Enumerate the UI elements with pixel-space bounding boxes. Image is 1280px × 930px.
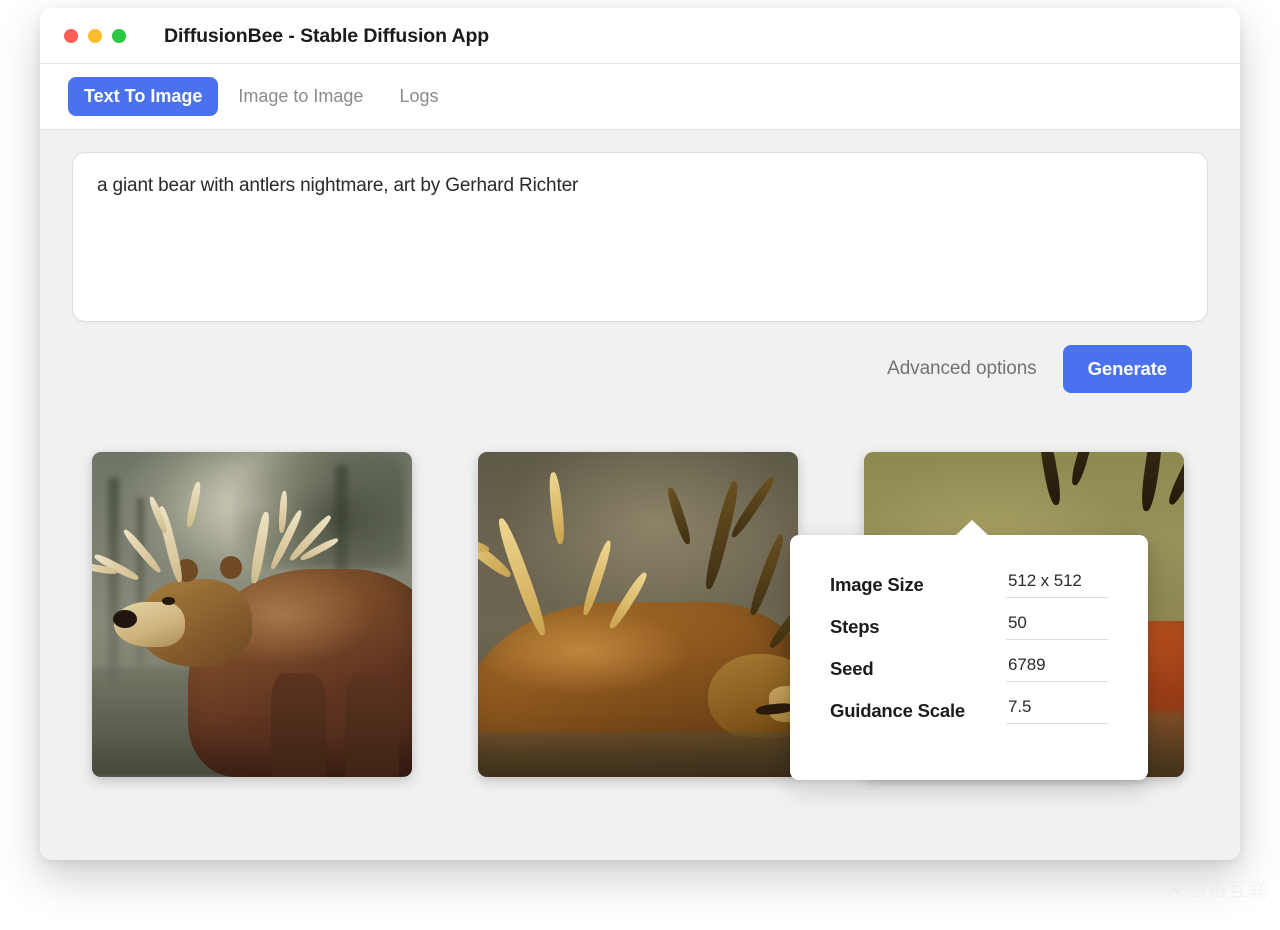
popover-arrow xyxy=(955,520,989,536)
image-size-input[interactable]: 512 x 512 xyxy=(1006,569,1108,598)
title-bar: DiffusionBee - Stable Diffusion App xyxy=(40,8,1240,64)
actions-row: Advanced options Generate xyxy=(887,345,1192,393)
option-label: Steps xyxy=(830,611,1006,638)
generated-image-1[interactable] xyxy=(92,452,412,777)
option-value: 512 x 512 xyxy=(1008,571,1082,590)
option-row-image-size: Image Size 512 x 512 xyxy=(830,569,1108,598)
advanced-options-popover: Image Size 512 x 512 Steps 50 Seed 6789 … xyxy=(790,535,1148,780)
generated-image-2[interactable] xyxy=(478,452,798,777)
option-label: Guidance Scale xyxy=(830,695,1006,722)
window-controls xyxy=(64,29,126,43)
close-button[interactable] xyxy=(64,29,78,43)
watermark-text: 自由互联 xyxy=(1188,881,1268,900)
app-window: DiffusionBee - Stable Diffusion App Text… xyxy=(40,8,1240,860)
artwork-bear-antlers-misty xyxy=(92,452,412,777)
tab-logs[interactable]: Logs xyxy=(383,77,454,116)
watermark-logo-icon: ✕ xyxy=(1165,880,1182,900)
maximize-button[interactable] xyxy=(112,29,126,43)
option-label: Seed xyxy=(830,653,1006,680)
option-row-seed: Seed 6789 xyxy=(830,653,1108,682)
seed-input[interactable]: 6789 xyxy=(1006,653,1108,682)
option-row-steps: Steps 50 xyxy=(830,611,1108,640)
steps-input[interactable]: 50 xyxy=(1006,611,1108,640)
main-content: a giant bear with antlers nightmare, art… xyxy=(40,130,1240,860)
prompt-input[interactable]: a giant bear with antlers nightmare, art… xyxy=(72,152,1208,322)
option-label: Image Size xyxy=(830,569,1006,596)
generate-button[interactable]: Generate xyxy=(1063,345,1192,393)
advanced-options-toggle[interactable]: Advanced options xyxy=(887,358,1036,380)
watermark: ✕ 自由互联 xyxy=(1165,880,1268,900)
option-value: 7.5 xyxy=(1008,697,1031,716)
minimize-button[interactable] xyxy=(88,29,102,43)
window-title: DiffusionBee - Stable Diffusion App xyxy=(164,8,489,64)
guidance-scale-input[interactable]: 7.5 xyxy=(1006,695,1108,724)
option-value: 50 xyxy=(1008,613,1027,632)
tab-text-to-image[interactable]: Text To Image xyxy=(68,77,218,116)
artwork-golden-bear-antlers xyxy=(478,452,798,777)
tab-bar: Text To Image Image to Image Logs xyxy=(40,64,1240,130)
prompt-text: a giant bear with antlers nightmare, art… xyxy=(97,173,1183,199)
option-row-guidance-scale: Guidance Scale 7.5 xyxy=(830,695,1108,724)
tab-image-to-image[interactable]: Image to Image xyxy=(222,77,379,116)
option-value: 6789 xyxy=(1008,655,1045,674)
